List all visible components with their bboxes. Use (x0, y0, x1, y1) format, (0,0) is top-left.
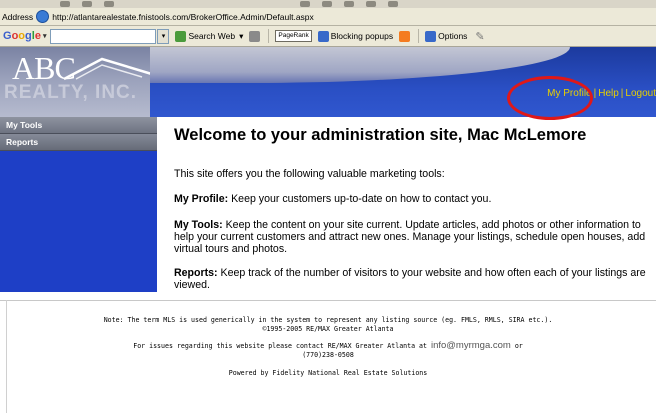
footer-note: Note: The term MLS is used generically i… (103, 316, 553, 324)
google-logo-button[interactable]: Go o g l e ▾ (3, 30, 46, 42)
logo-realty-text: REALTY, INC. (4, 82, 138, 103)
roof-logo-icon (63, 57, 156, 81)
footer-divider (0, 300, 656, 301)
toolbar-icon[interactable] (82, 1, 92, 7)
news-icon (249, 30, 261, 42)
profile-description: My Profile: Keep your customers up-to-da… (174, 193, 491, 205)
toolbar-icon[interactable] (300, 1, 310, 7)
toolbar-icon[interactable] (60, 1, 70, 7)
search-web-label: Search Web (188, 31, 236, 41)
address-bar: Address http://atlantarealestate.fnistoo… (0, 8, 656, 26)
tools-description: My Tools: Keep the content on your site … (174, 219, 652, 255)
search-web-button[interactable]: Search Web ▾ (175, 30, 243, 42)
options-label: Options (438, 31, 468, 41)
sidebar: My Tools Reports (0, 117, 157, 292)
main-content: Welcome to your administration site, Mac… (174, 126, 652, 291)
toolbar-icon[interactable] (344, 1, 354, 7)
browser-toolbar-top-strip (0, 0, 656, 8)
chevron-down-icon[interactable]: ▾ (157, 28, 170, 44)
google-toolbar: Go o g l e ▾ ▾ Search Web ▾ PageRank Blocking … (0, 26, 656, 47)
address-label: Address (2, 11, 34, 22)
sidebar-item-my-tools[interactable]: My Tools (0, 117, 157, 134)
toolbar-separator (268, 29, 270, 43)
toolbar-icon[interactable] (104, 1, 114, 7)
toolbar-icon[interactable] (366, 1, 376, 7)
profile-title: My Profile: (174, 193, 229, 205)
popup-blocker-icon (317, 30, 329, 42)
blocking-popups-button[interactable]: Blocking popups (317, 30, 394, 42)
contact-phone: (770)238-0508 (302, 350, 354, 359)
contact-or: or (514, 342, 523, 350)
blogger-button[interactable] (399, 30, 412, 42)
news-button[interactable] (249, 30, 262, 42)
pagerank-indicator[interactable]: PageRank (275, 30, 312, 42)
profile-text: Keep your customers up-to-date on how to… (231, 193, 492, 205)
link-separator: | (593, 88, 597, 99)
binoculars-icon (175, 30, 187, 42)
google-search-input[interactable] (50, 28, 157, 44)
options-button[interactable]: Options (425, 30, 468, 42)
link-separator: | (620, 88, 624, 99)
annotation-circle (507, 76, 593, 120)
reports-title: Reports: (174, 267, 218, 279)
footer-copyright: ©1995-2005 RE/MAX Greater Atlanta (262, 324, 394, 333)
page-title: Welcome to your administration site, Mac… (174, 126, 587, 144)
toolbar-separator (418, 29, 420, 43)
contact-email-link[interactable]: info@myrmga.com (431, 340, 511, 351)
tools-title: My Tools: (174, 219, 223, 231)
toolbar-icon[interactable] (322, 1, 332, 7)
logout-link[interactable]: Logout (625, 88, 656, 99)
intro-text: This site offers you the following valua… (174, 168, 445, 180)
reports-text: Keep track of the number of visitors to … (174, 267, 646, 291)
page-icon (36, 10, 50, 23)
footer-contact: For issues regarding this website please… (0, 340, 656, 351)
options-icon (425, 30, 437, 42)
site-header: ABC REALTY, INC. My Profile | Help | Logout (0, 47, 656, 120)
contact-prefix: For issues regarding this website please… (133, 342, 427, 350)
blogger-icon (399, 30, 411, 42)
powered-by: Powered by Fidelity National Real Estate… (228, 369, 428, 377)
sidebar-item-reports[interactable]: Reports (0, 134, 157, 151)
paperclip-icon[interactable]: ✎ (475, 30, 487, 43)
logo-panel: ABC REALTY, INC. (0, 47, 168, 117)
tools-text: Keep the content on your site current. U… (174, 219, 646, 255)
reports-description: Reports: Keep track of the number of vis… (174, 267, 652, 291)
url-field[interactable]: http://atlantarealestate.fnistools.com/B… (52, 12, 314, 22)
help-link[interactable]: Help (598, 88, 619, 99)
blocking-popups-label: Blocking popups (330, 31, 394, 41)
footer: Note: The term MLS is used generically i… (0, 316, 656, 378)
toolbar-icon[interactable] (388, 1, 398, 7)
